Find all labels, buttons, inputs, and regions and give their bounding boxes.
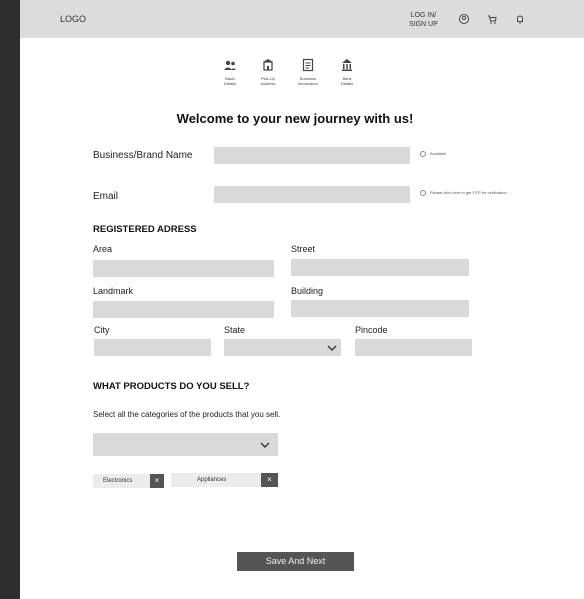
pincode-field[interactable] [355, 339, 472, 356]
registered-address-heading: REGISTERED ADRESS [93, 224, 197, 235]
remove-chip-icon[interactable]: × [261, 473, 278, 487]
status-dot-icon [420, 151, 426, 157]
product-category-select[interactable] [93, 433, 278, 456]
business-name-label: Business/Brand Name [93, 150, 193, 161]
cart-icon[interactable] [486, 12, 498, 24]
step-basic-details[interactable]: Basic Details [213, 58, 247, 86]
street-field[interactable] [291, 259, 469, 276]
onboarding-page: LOGO LOG IN/ SIGN UP Basic Details Pick-U… [20, 0, 584, 599]
category-chip: Appliances × [171, 473, 278, 487]
signup-label: SIGN UP [409, 21, 438, 28]
city-field[interactable] [94, 339, 211, 356]
step-label: Basic Details [223, 76, 237, 86]
login-signup-link[interactable]: LOG IN/ SIGN UP [409, 11, 438, 29]
logo[interactable]: LOGO [60, 14, 86, 24]
category-chip-label: Electronics [103, 478, 133, 484]
products-heading: WHAT PRODUCTS DO YOU SELL? [93, 381, 250, 392]
email-otp-hint[interactable]: Please click here to get OTP for verific… [420, 190, 508, 196]
email-label: Email [93, 191, 119, 202]
state-select[interactable] [224, 339, 341, 356]
products-subtext: Select all the categories of the product… [93, 410, 281, 419]
building-icon [263, 59, 273, 71]
bank-icon [342, 59, 352, 71]
bell-icon[interactable] [514, 12, 526, 24]
business-name-field[interactable] [214, 147, 410, 164]
document-icon [302, 58, 314, 72]
landmark-label: Landmark [93, 286, 134, 296]
building-label: Building [291, 286, 324, 296]
state-label: State [224, 325, 246, 335]
user-icon[interactable] [458, 12, 470, 24]
building-field[interactable] [291, 300, 469, 317]
step-label: Business Information [297, 76, 318, 86]
category-chip: Electronics × [93, 474, 164, 488]
step-business-information[interactable]: Business Information [291, 58, 325, 86]
city-label: City [94, 325, 110, 335]
business-availability-hint: Available [420, 151, 446, 157]
pincode-label: Pincode [355, 325, 388, 335]
street-label: Street [291, 244, 316, 254]
chevron-down-icon [327, 344, 337, 352]
save-and-next-button[interactable]: Save And Next [237, 552, 354, 571]
step-pickup-address[interactable]: Pick-Up Address [251, 58, 285, 86]
step-bank-details[interactable]: Bank Details [330, 58, 364, 86]
remove-chip-icon[interactable]: × [150, 474, 164, 488]
chevron-down-icon [260, 441, 270, 449]
top-nav-bar: LOGO LOG IN/ SIGN UP [20, 0, 584, 38]
users-icon [224, 60, 236, 70]
category-chip-label: Appliances [197, 477, 227, 483]
login-label: LOG IN/ [410, 12, 437, 19]
welcome-heading: Welcome to your new journey with us! [176, 111, 414, 126]
area-field[interactable] [93, 260, 274, 277]
progress-steps: Basic Details Pick-Up Address Business Info… [20, 58, 584, 98]
email-field[interactable] [214, 186, 410, 203]
status-dot-icon [420, 190, 426, 196]
landmark-field[interactable] [93, 301, 274, 318]
step-label: Bank Details [340, 76, 354, 86]
area-label: Area [93, 244, 113, 254]
step-label: Pick-Up Address [260, 76, 276, 86]
